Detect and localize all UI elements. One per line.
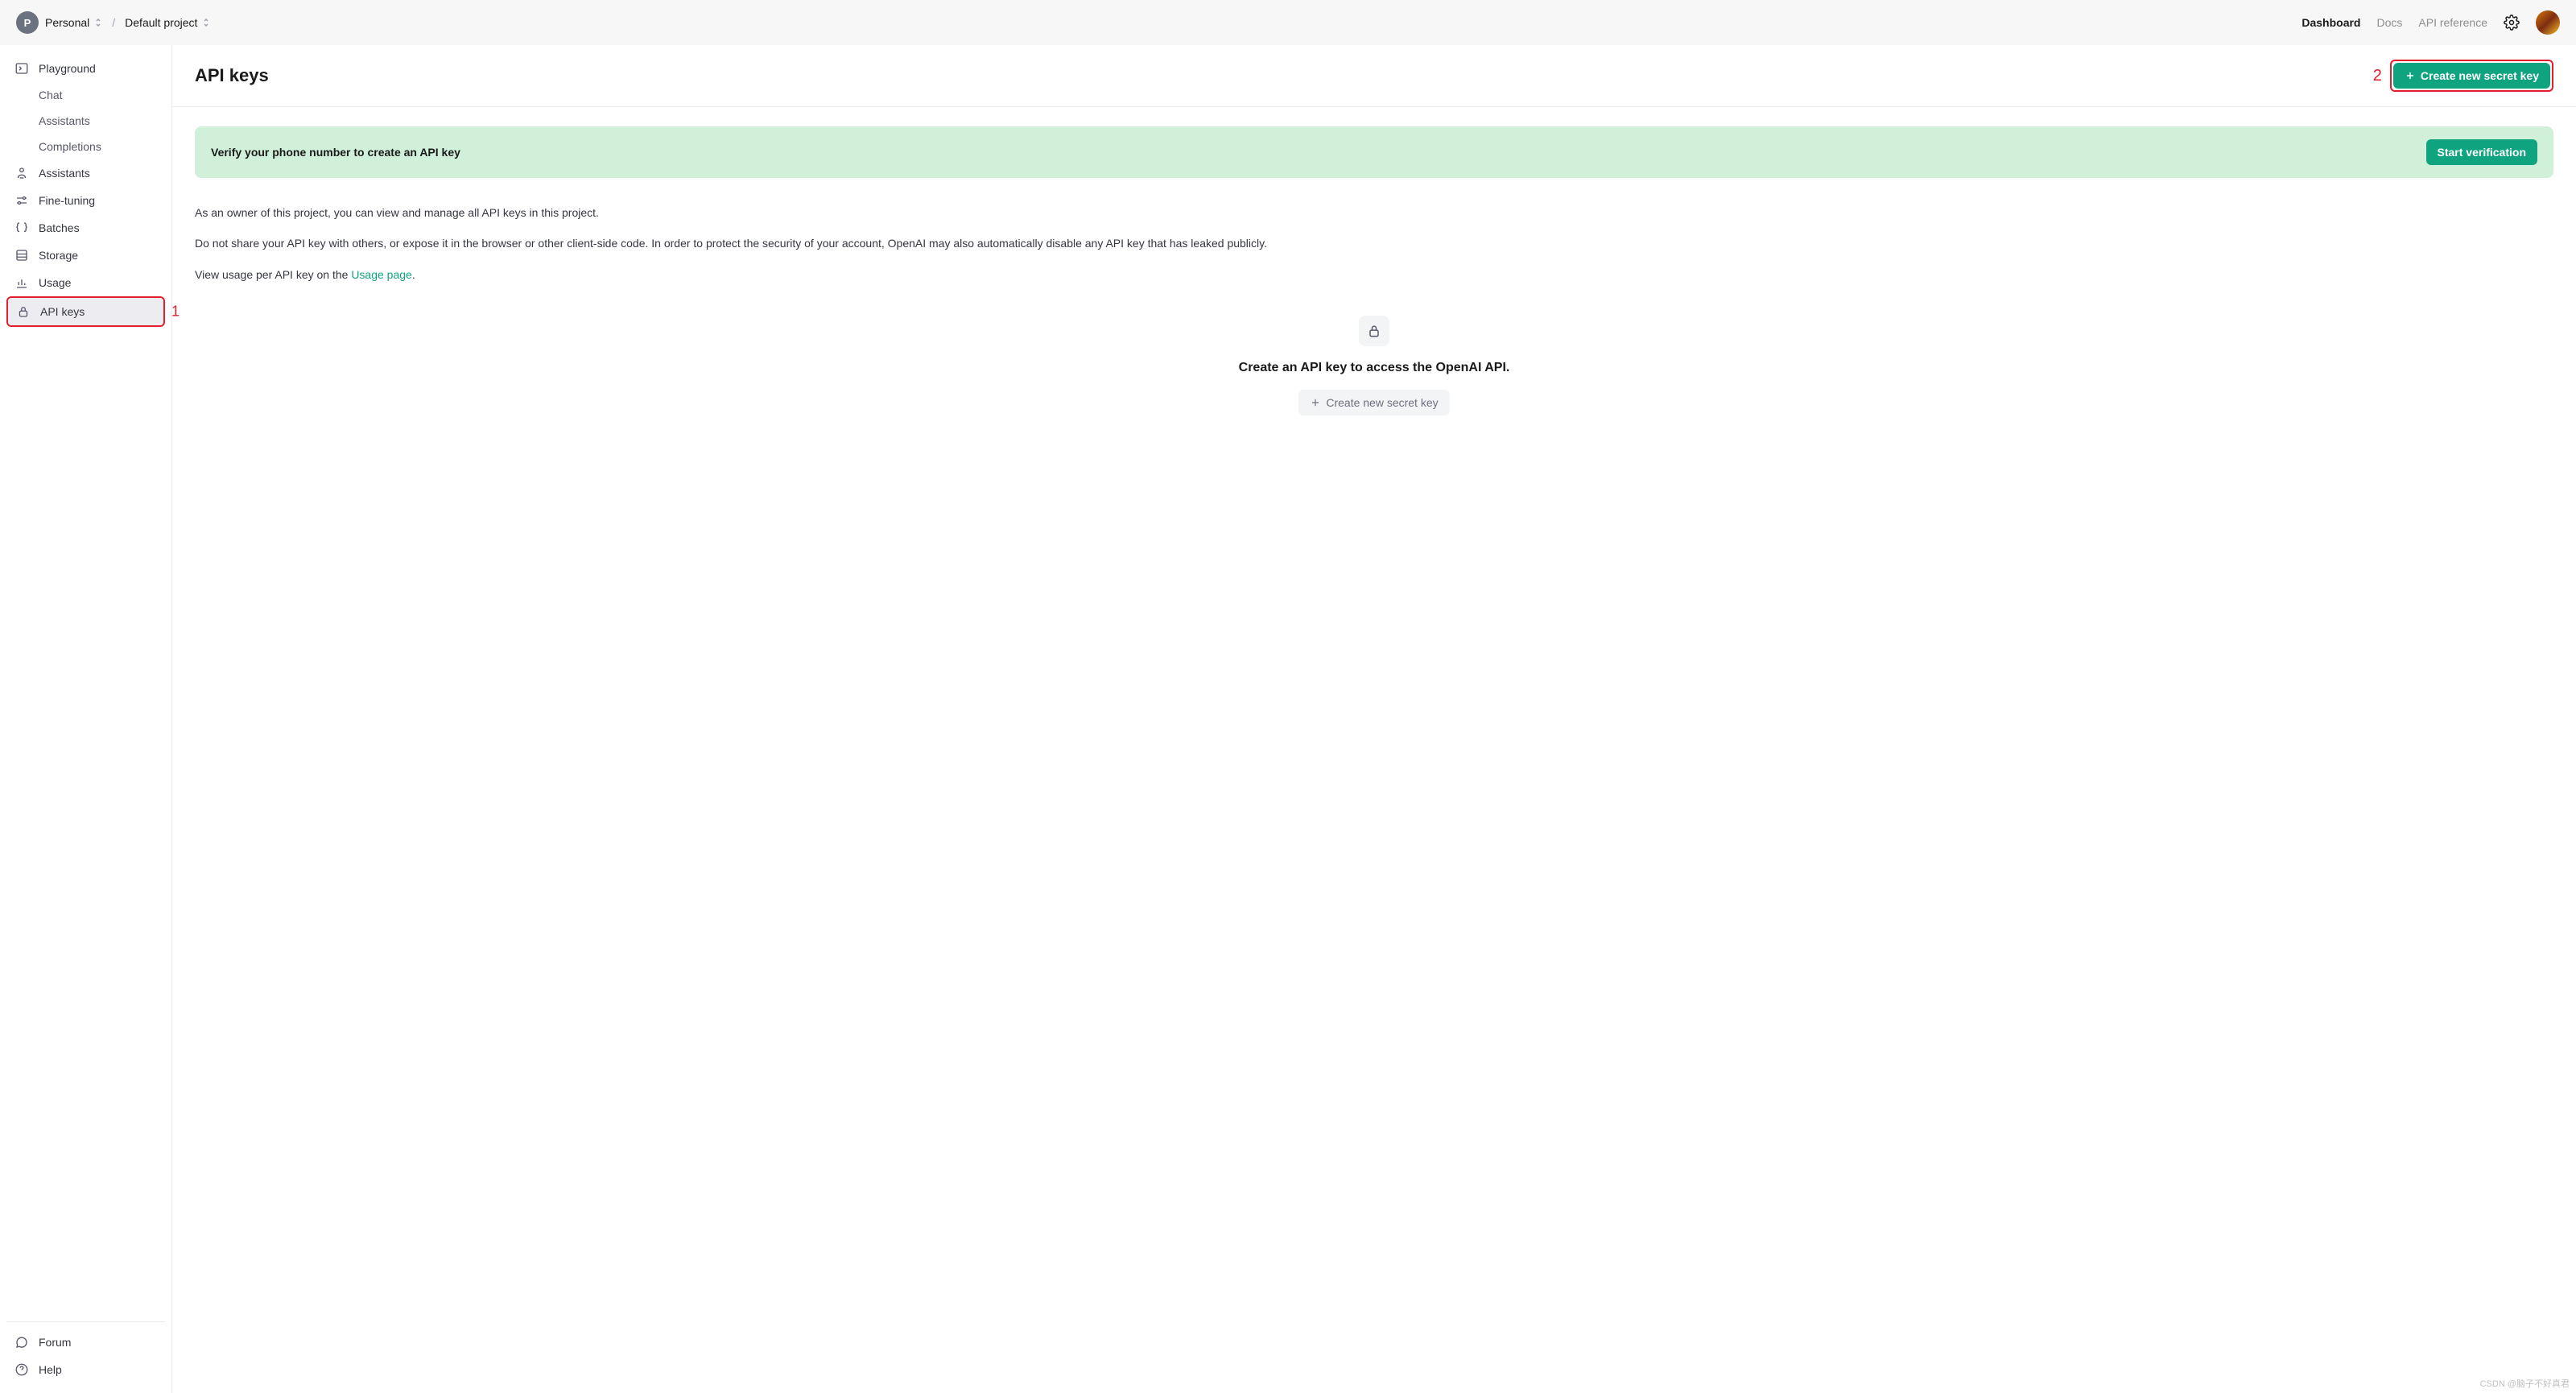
breadcrumb-separator: / <box>112 16 115 29</box>
topbar: P Personal / Default project Dashboard D… <box>0 0 2576 45</box>
storage-icon <box>14 248 29 262</box>
sidebar-item-help[interactable]: Help <box>6 1356 165 1383</box>
sidebar-item-label: API keys <box>40 305 85 318</box>
nav-api-reference[interactable]: API reference <box>2418 16 2487 29</box>
sliders-icon <box>14 193 29 208</box>
org-name: Personal <box>45 16 89 29</box>
nav-docs[interactable]: Docs <box>2376 16 2402 29</box>
user-avatar[interactable] <box>2536 10 2560 35</box>
breadcrumb: P Personal / Default project <box>16 11 210 34</box>
sidebar-item-label: Batches <box>39 221 80 234</box>
content-area: Verify your phone number to create an AP… <box>172 107 2576 435</box>
question-icon <box>14 1362 29 1377</box>
robot-icon <box>14 166 29 180</box>
para3-prefix: View usage per API key on the <box>195 268 351 281</box>
para3-suffix: . <box>412 268 415 281</box>
sidebar-item-fine-tuning[interactable]: Fine-tuning <box>6 187 165 214</box>
sidebar-item-label: Chat <box>39 89 63 101</box>
sidebar-item-label: Storage <box>39 249 78 262</box>
start-verification-button[interactable]: Start verification <box>2426 139 2537 165</box>
body-paragraph-1: As an owner of this project, you can vie… <box>195 204 2553 221</box>
chat-bubble-icon <box>14 1335 29 1350</box>
annotation-marker-1: 1 <box>171 304 180 320</box>
terminal-icon <box>14 61 29 76</box>
braces-icon <box>14 221 29 235</box>
main-header: API keys 2 Create new secret key <box>172 45 2576 107</box>
plus-icon <box>1310 397 1321 408</box>
sidebar-item-playground[interactable]: Playground <box>6 55 165 82</box>
sidebar-item-assistants-sub[interactable]: Assistants <box>6 108 165 134</box>
sidebar-item-label: Fine-tuning <box>39 194 95 207</box>
settings-button[interactable] <box>2504 14 2520 31</box>
lock-icon <box>1366 323 1382 339</box>
sidebar-item-forum[interactable]: Forum <box>6 1329 165 1356</box>
chevron-updown-icon <box>202 17 210 28</box>
sidebar: Playground Chat Assistants Completions A… <box>0 45 172 1393</box>
sidebar-nav: Playground Chat Assistants Completions A… <box>6 55 165 327</box>
button-label: Create new secret key <box>2421 69 2539 82</box>
notice-text: Verify your phone number to create an AP… <box>211 146 460 159</box>
sidebar-item-label: Completions <box>39 140 101 153</box>
main-content: API keys 2 Create new secret key Verify … <box>172 45 2576 1393</box>
layout: Playground Chat Assistants Completions A… <box>0 45 2576 1393</box>
chart-icon <box>14 275 29 290</box>
sidebar-item-completions[interactable]: Completions <box>6 134 165 159</box>
chevron-updown-icon <box>94 17 102 28</box>
project-name: Default project <box>125 16 197 29</box>
lock-icon <box>16 304 31 319</box>
org-badge[interactable]: P <box>16 11 39 34</box>
header-right: 2 Create new secret key <box>2373 60 2553 92</box>
topbar-right: Dashboard Docs API reference <box>2301 10 2560 35</box>
sidebar-item-api-keys[interactable]: API keys <box>8 298 163 325</box>
plus-icon <box>2405 70 2416 81</box>
sidebar-item-label: Assistants <box>39 114 90 127</box>
sidebar-item-chat[interactable]: Chat <box>6 82 165 108</box>
sidebar-item-usage[interactable]: Usage <box>6 269 165 296</box>
project-selector[interactable]: Default project <box>125 16 210 29</box>
verify-phone-banner: Verify your phone number to create an AP… <box>195 126 2553 178</box>
body-paragraph-2: Do not share your API key with others, o… <box>195 234 2553 252</box>
empty-state-icon-box <box>1359 316 1389 346</box>
gear-icon <box>2504 14 2520 31</box>
sidebar-bottom: Forum Help <box>6 1321 165 1383</box>
annotation-highlight-1: API keys 1 <box>6 296 165 327</box>
sidebar-item-assistants[interactable]: Assistants <box>6 159 165 187</box>
sidebar-item-label: Usage <box>39 276 71 289</box>
sidebar-item-label: Assistants <box>39 167 90 180</box>
button-label: Create new secret key <box>1326 396 1438 409</box>
create-secret-key-button-secondary[interactable]: Create new secret key <box>1298 390 1449 415</box>
watermark: CSDN @脑子不好真君 <box>2480 1377 2570 1390</box>
body-paragraph-3: View usage per API key on the Usage page… <box>195 266 2553 283</box>
empty-state: Create an API key to access the OpenAI A… <box>195 316 2553 415</box>
empty-state-title: Create an API key to access the OpenAI A… <box>1239 361 1510 375</box>
sidebar-item-batches[interactable]: Batches <box>6 214 165 242</box>
sidebar-item-label: Forum <box>39 1336 71 1349</box>
sidebar-item-label: Playground <box>39 62 96 75</box>
page-title: API keys <box>195 65 269 86</box>
annotation-marker-2: 2 <box>2373 67 2382 85</box>
sidebar-item-label: Help <box>39 1363 62 1376</box>
org-selector[interactable]: Personal <box>45 16 102 29</box>
create-secret-key-button[interactable]: Create new secret key <box>2393 63 2550 89</box>
sidebar-item-storage[interactable]: Storage <box>6 242 165 269</box>
annotation-highlight-2: Create new secret key <box>2390 60 2553 92</box>
usage-page-link[interactable]: Usage page <box>351 268 412 281</box>
nav-dashboard[interactable]: Dashboard <box>2301 16 2360 29</box>
